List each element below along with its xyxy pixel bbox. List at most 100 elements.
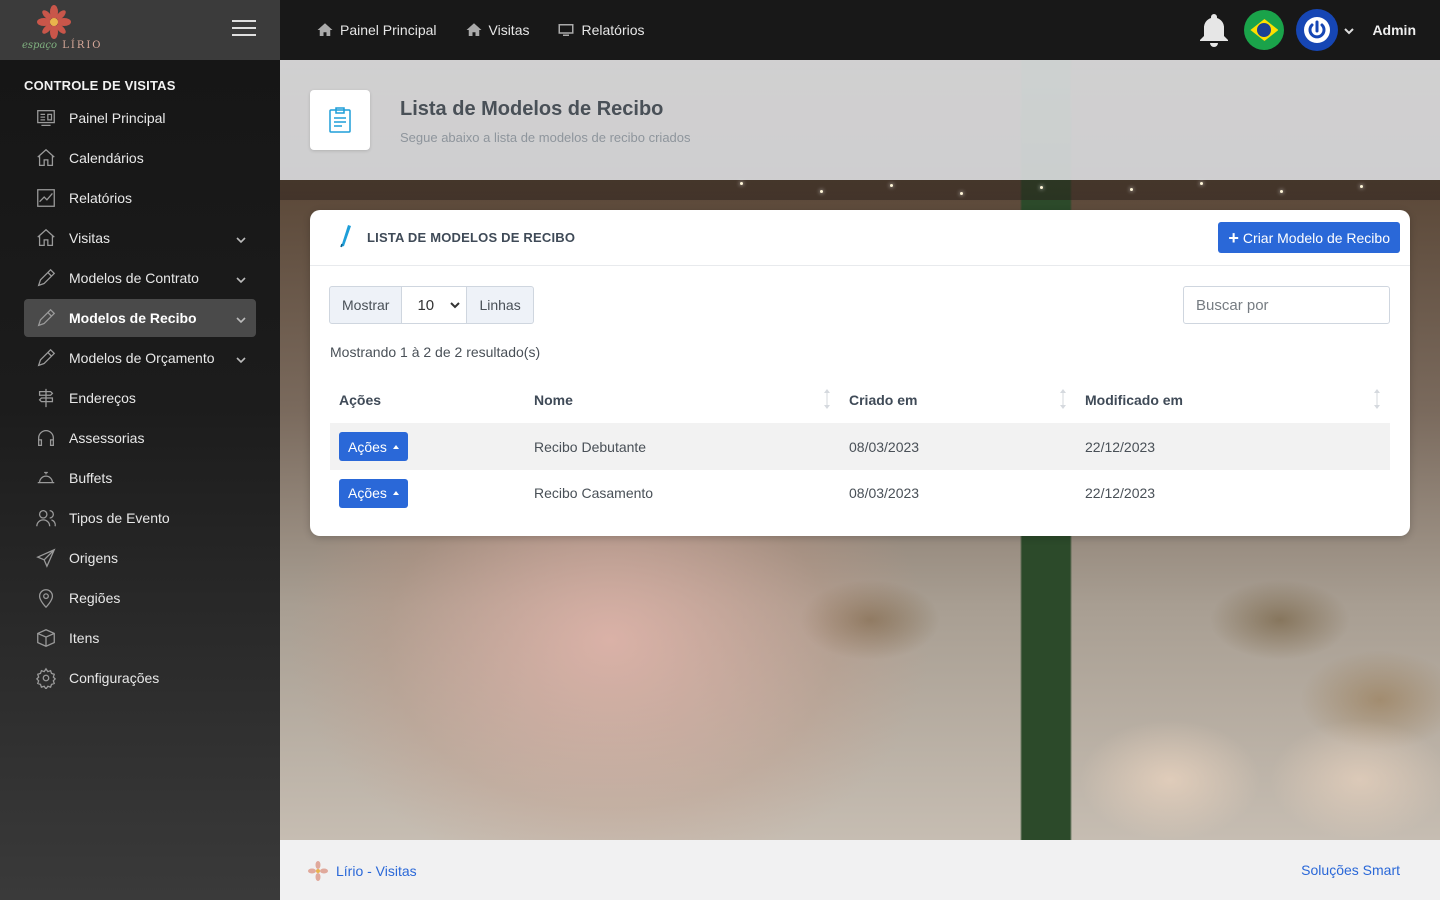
sort-icon[interactable] [822,387,832,411]
nome-cell: Recibo Casamento [534,485,654,501]
pencil-icon [34,306,58,330]
criado-cell: 08/03/2023 [849,485,920,501]
sidebar-item-painel-principal[interactable]: Painel Principal [24,99,256,137]
sort-icon[interactable] [1372,387,1382,411]
chart-icon [34,186,58,210]
sidebar-item-visitas[interactable]: Visitas [24,219,256,257]
sidebar-item-label: Visitas [69,230,110,246]
user-avatar[interactable] [1296,9,1339,51]
rows-label: Linhas [467,286,534,324]
logo-bar: espaço LÍRIO [0,0,280,60]
sidebar-item-label: Endereços [69,390,136,406]
chevron-down-icon [450,302,461,309]
topnav-relatorios[interactable]: Relatórios [557,21,645,39]
sidebar-item-regioes[interactable]: Regiões [24,579,256,617]
sidebar-item-assessorias[interactable]: Assessorias [24,419,256,457]
page-title: Lista de Modelos de Recibo [400,98,664,120]
modificado-cell: 22/12/2023 [1085,485,1156,501]
actions-cell: Ações [330,478,525,508]
sidebar-item-label: Calendários [69,150,144,166]
sidebar-item-origens[interactable]: Origens [24,539,256,577]
bell-icon[interactable] [1198,12,1230,48]
sidebar-item-label: Buffets [69,470,113,486]
brand-logo[interactable]: espaço LÍRIO [22,2,101,58]
topnav-visitas[interactable]: Visitas [465,21,530,39]
chevron-down-icon [236,312,246,324]
column-header-modificado-em[interactable]: Modificado em [1076,376,1390,423]
sidebar-item-label: Tipos de Evento [69,510,170,526]
sidebar-heading: CONTROLE DE VISITAS [24,78,176,93]
headset-icon [34,426,58,450]
sidebar-item-label: Configurações [69,670,160,686]
monitor-icon [558,24,574,36]
users-icon [34,506,58,530]
topbar: Painel Principal Visitas Relatórios Admi… [280,0,1440,60]
footer-app-name: Lírio - Visitas [336,863,417,879]
create-button-label: Criar Modelo de Recibo [1242,229,1390,246]
sidebar-item-label: Modelos de Recibo [69,310,197,326]
sidebar-item-label: Modelos de Orçamento [69,350,215,366]
sidebar-item-itens[interactable]: Itens [24,619,256,657]
home-icon [317,23,333,36]
actions-dropdown-button[interactable]: Ações [339,432,408,461]
sidebar-item-calendarios[interactable]: Calendários [24,139,256,177]
show-label: Mostrar [329,286,403,324]
home-icon [466,23,481,36]
actions-dropdown-button[interactable]: Ações [339,478,408,508]
footer-company-link[interactable]: Soluções Smart [1301,862,1400,878]
page-size-select[interactable]: 10 [402,286,468,324]
create-receipt-template-button[interactable]: + Criar Modelo de Recibo [1218,222,1400,253]
sidebar-item-relatorios[interactable]: Relatórios [24,179,256,217]
sidebar-item-label: Painel Principal [69,110,166,126]
caret-up-icon [392,491,399,495]
chevron-down-icon[interactable] [1344,23,1358,37]
power-icon [1304,17,1331,43]
footer-app-link[interactable]: Lírio - Visitas [308,861,417,881]
sidebar-item-modelos-recibo[interactable]: Modelos de Recibo [24,299,256,337]
receipt-templates-table: Ações Nome Criado em Modificado em Ações… [330,376,1390,516]
sort-icon[interactable] [1058,387,1068,411]
column-header-acoes: Ações [339,391,382,408]
sidebar-item-label: Relatórios [69,190,133,206]
menu-toggle-button[interactable] [232,20,256,38]
criado-cell: 08/03/2023 [849,438,920,455]
sidebar-item-label: Assessorias [69,430,145,446]
clipboard-icon [310,90,370,150]
topbar-actions: Admin [1198,8,1416,52]
pencil-icon [34,346,58,370]
sidebar: espaço LÍRIO CONTROLE DE VISITAS Painel … [0,0,280,900]
page-subtitle: Segue abaixo a lista de modelos de recib… [400,130,691,145]
footer: Lírio - Visitas Soluções Smart [280,840,1440,900]
home-icon [34,146,58,170]
table-header: Ações Nome Criado em Modificado em [330,376,1390,423]
sidebar-item-tipos-evento[interactable]: Tipos de Evento [24,499,256,537]
box-icon [34,626,58,650]
card-title: LISTA DE MODELOS DE RECIBO [367,230,576,245]
gear-icon [34,666,58,690]
home-icon [34,226,58,250]
sidebar-item-buffets[interactable]: Buffets [24,459,256,497]
main-content: Lista de Modelos de Recibo Segue abaixo … [280,60,1440,840]
sidebar-item-modelos-contrato[interactable]: Modelos de Contrato [24,259,256,297]
brazil-flag-icon[interactable] [1244,10,1285,50]
search-input[interactable] [1183,286,1390,324]
sidebar-item-enderecos[interactable]: Endereços [24,379,256,417]
column-header-nome[interactable]: Nome [525,376,840,423]
results-info: Mostrando 1 à 2 de 2 resultado(s) [330,344,541,360]
map-pin-icon [34,586,58,610]
nome-cell: Recibo Debutante [534,438,647,455]
card-header: LISTA DE MODELOS DE RECIBO + Criar Model… [310,210,1410,266]
sidebar-item-configuracoes[interactable]: Configurações [24,659,256,697]
topnav-painel-principal[interactable]: Painel Principal [316,21,437,39]
page-length-control: Mostrar 10 Linhas [329,286,534,324]
sidebar-item-modelos-orcamento[interactable]: Modelos de Orçamento [24,339,256,377]
topnav-label: Visitas [488,22,530,38]
sidebar-item-label: Modelos de Contrato [69,270,199,286]
sidebar-item-label: Itens [69,630,100,646]
column-header-criado-em[interactable]: Criado em [840,376,1076,423]
receipt-templates-card: LISTA DE MODELOS DE RECIBO + Criar Model… [310,210,1410,536]
flower-logo-icon [308,861,328,881]
table-row: Ações Recibo Casamento 08/03/2023 22/12/… [330,470,1390,516]
topnav-label: Painel Principal [340,22,437,38]
user-name[interactable]: Admin [1372,22,1416,38]
